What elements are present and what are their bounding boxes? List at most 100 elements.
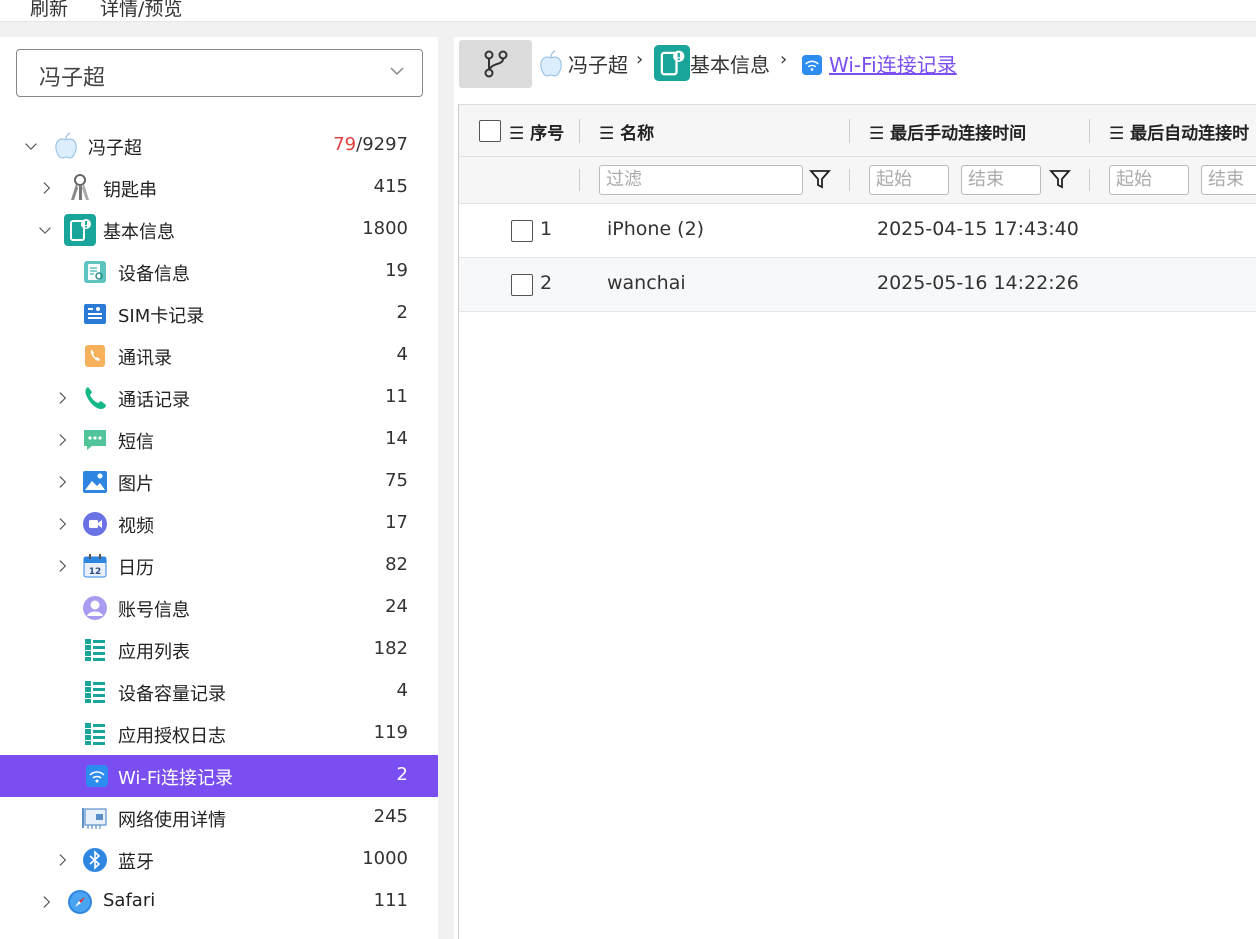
name-filter-input[interactable]: 过滤 bbox=[599, 165, 803, 195]
network-card-icon bbox=[81, 804, 109, 832]
tree-node-count: 4 bbox=[396, 344, 408, 365]
picture-icon bbox=[81, 468, 109, 496]
tree-node-root[interactable]: 冯子超 79/9297 bbox=[0, 125, 438, 167]
tree-node-label: 账号信息 bbox=[118, 600, 190, 621]
tree-node-device-info[interactable]: 设备信息 19 bbox=[0, 251, 438, 293]
apple-icon bbox=[540, 50, 562, 77]
tree-node-capacity-records[interactable]: 设备容量记录 4 bbox=[0, 671, 438, 713]
table-header: ☰ 序号 ☰ 名称 ☰ 最后手动连接时间 ☰ 最后自动连接时 bbox=[459, 105, 1256, 157]
chevron-right-icon[interactable] bbox=[40, 179, 54, 197]
tree-node-count: 11 bbox=[385, 386, 408, 407]
tree-node-keychain[interactable]: 钥匙串 415 bbox=[0, 167, 438, 209]
detail-preview-menu[interactable]: 详情/预览 bbox=[100, 0, 182, 21]
tree-node-label: 蓝牙 bbox=[118, 852, 154, 873]
manual-time-start-input[interactable]: 起始 bbox=[869, 165, 949, 195]
breadcrumb-separator: › bbox=[636, 49, 644, 70]
column-divider[interactable] bbox=[579, 119, 580, 143]
row-checkbox[interactable] bbox=[511, 274, 533, 296]
tree-node-safari[interactable]: Safari 111 bbox=[0, 881, 438, 923]
manual-time-end-input[interactable]: 结束 bbox=[961, 165, 1041, 195]
breadcrumb-root[interactable]: 冯子超 bbox=[568, 49, 628, 78]
tree-node-label: SIM卡记录 bbox=[118, 306, 205, 327]
tree-node-contacts[interactable]: 通讯录 4 bbox=[0, 335, 438, 377]
column-divider[interactable] bbox=[1089, 119, 1090, 143]
chevron-right-icon[interactable] bbox=[56, 515, 70, 533]
chevron-right-icon[interactable] bbox=[56, 473, 70, 491]
chevron-right-icon[interactable] bbox=[56, 389, 70, 407]
cell-manual-time: 2025-04-15 17:43:40 bbox=[877, 218, 1079, 240]
bluetooth-icon bbox=[81, 846, 109, 874]
auto-time-end-input[interactable]: 结束 bbox=[1201, 165, 1256, 195]
breadcrumb-parent[interactable]: 基本信息 bbox=[690, 49, 770, 78]
column-header-last-manual-time[interactable]: ☰ 最后手动连接时间 bbox=[869, 119, 1026, 144]
device-doc-icon bbox=[81, 258, 109, 286]
tree-node-video[interactable]: 视频 17 bbox=[0, 503, 438, 545]
tree-node-basic-info[interactable]: 基本信息 1800 bbox=[0, 209, 438, 251]
wifi-icon bbox=[802, 55, 822, 75]
tree-node-auth-log[interactable]: 应用授权日志 119 bbox=[0, 713, 438, 755]
safari-icon bbox=[66, 888, 94, 916]
total-count: /9297 bbox=[356, 134, 408, 155]
cell-manual-time: 2025-05-16 14:22:26 bbox=[877, 272, 1079, 294]
tree-node-label: 应用列表 bbox=[118, 642, 190, 663]
tree-node-label: 通讯录 bbox=[118, 348, 172, 369]
tree-node-sim-records[interactable]: SIM卡记录 2 bbox=[0, 293, 438, 335]
tree-node-bluetooth[interactable]: 蓝牙 1000 bbox=[0, 839, 438, 881]
list-icon bbox=[81, 678, 109, 706]
menubar: 刷新 详情/预览 bbox=[0, 0, 1256, 22]
account-icon bbox=[81, 594, 109, 622]
tree-node-count: 1800 bbox=[362, 218, 408, 239]
evidence-tree: 冯子超 79/9297 钥匙串 415 基本信息 1800 设备信息 19 SI… bbox=[0, 125, 438, 923]
chevron-down-icon[interactable] bbox=[38, 221, 52, 239]
chevron-down-icon[interactable] bbox=[24, 137, 38, 155]
cell-index: 1 bbox=[540, 218, 553, 240]
tree-node-label: 钥匙串 bbox=[103, 180, 157, 201]
refresh-menu[interactable]: 刷新 bbox=[30, 0, 68, 21]
tree-node-app-list[interactable]: 应用列表 182 bbox=[0, 629, 438, 671]
column-divider[interactable] bbox=[849, 119, 850, 143]
column-divider bbox=[1089, 169, 1090, 191]
tree-node-count: 245 bbox=[373, 806, 408, 827]
tree-node-label: Wi-Fi连接记录 bbox=[118, 768, 233, 789]
chevron-right-icon[interactable] bbox=[40, 893, 54, 911]
tree-node-count: 182 bbox=[373, 638, 408, 659]
column-divider bbox=[849, 169, 850, 191]
tree-node-wifi-records[interactable]: Wi-Fi连接记录 2 bbox=[0, 755, 438, 797]
column-label: 最后自动连接时 bbox=[1130, 124, 1250, 144]
list-icon bbox=[81, 636, 109, 664]
breadcrumb-current[interactable]: Wi-Fi连接记录 bbox=[829, 49, 957, 78]
column-header-index[interactable]: ☰ 序号 bbox=[509, 119, 564, 144]
table-row[interactable]: 2 wanchai 2025-05-16 14:22:26 bbox=[459, 258, 1256, 312]
chevron-right-icon[interactable] bbox=[56, 851, 70, 869]
tree-node-count: 19 bbox=[385, 260, 408, 281]
table-row[interactable]: 1 iPhone (2) 2025-04-15 17:43:40 bbox=[459, 204, 1256, 258]
tree-node-pictures[interactable]: 图片 75 bbox=[0, 461, 438, 503]
chevron-right-icon[interactable] bbox=[56, 431, 70, 449]
case-select[interactable]: 冯子超 bbox=[16, 49, 423, 97]
auto-time-start-input[interactable]: 起始 bbox=[1109, 165, 1189, 195]
row-checkbox[interactable] bbox=[511, 220, 533, 242]
apple-icon bbox=[52, 132, 80, 160]
tree-node-account-info[interactable]: 账号信息 24 bbox=[0, 587, 438, 629]
tree-node-label: Safari bbox=[103, 890, 156, 911]
branch-toggle-button[interactable] bbox=[459, 40, 532, 88]
column-header-name[interactable]: ☰ 名称 bbox=[599, 119, 654, 144]
column-header-last-auto-time[interactable]: ☰ 最后自动连接时 bbox=[1109, 119, 1249, 144]
column-divider bbox=[579, 169, 580, 191]
tree-node-sms[interactable]: 短信 14 bbox=[0, 419, 438, 461]
tree-node-network-usage[interactable]: 网络使用详情 245 bbox=[0, 797, 438, 839]
select-all-checkbox[interactable] bbox=[479, 120, 501, 142]
cell-name: wanchai bbox=[607, 272, 686, 294]
tree-node-label: 短信 bbox=[118, 432, 154, 453]
svg-text:12: 12 bbox=[89, 567, 102, 577]
tree-node-calendar[interactable]: 12 日历 82 bbox=[0, 545, 438, 587]
tree-node-label: 视频 bbox=[118, 516, 154, 537]
cell-index: 2 bbox=[540, 272, 553, 294]
device-info-icon bbox=[654, 45, 690, 81]
chevron-right-icon[interactable] bbox=[56, 557, 70, 575]
chevron-down-icon bbox=[390, 67, 404, 76]
filter-icon[interactable] bbox=[809, 168, 831, 190]
tree-node-label: 日历 bbox=[118, 558, 154, 579]
filter-icon[interactable] bbox=[1049, 168, 1071, 190]
tree-node-call-log[interactable]: 通话记录 11 bbox=[0, 377, 438, 419]
